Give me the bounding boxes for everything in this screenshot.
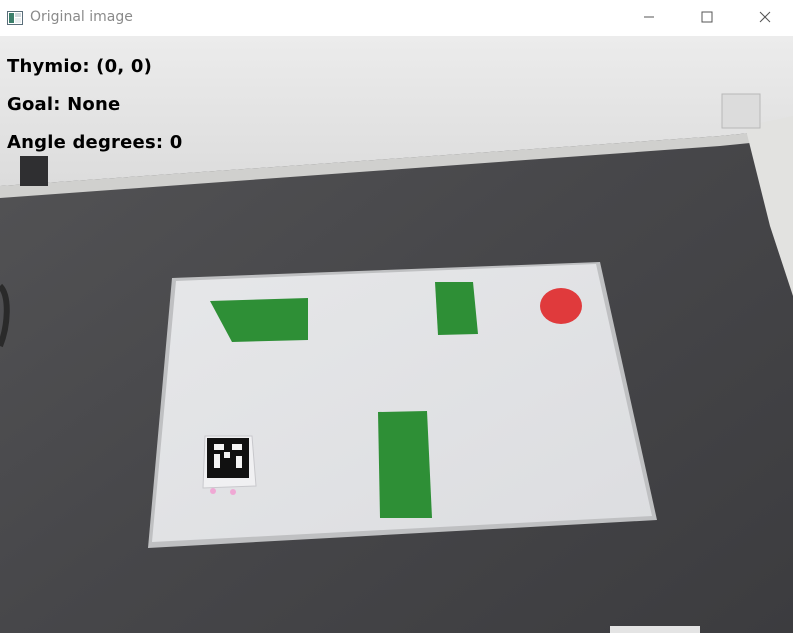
thymio-position-text: Thymio: (0, 0) [7,56,152,77]
floor-object [20,156,48,186]
camera-image: Thymio: (0, 0) Goal: None Angle degrees:… [0,36,793,633]
thymio-robot [202,435,257,495]
close-button[interactable] [736,0,793,35]
camera-scene [0,36,793,633]
wall-socket [721,93,761,129]
window-title: Original image [30,9,133,25]
goal-text: Goal: None [7,94,121,115]
obstacle [378,411,432,518]
floor-edge [610,626,700,633]
maximize-button[interactable] [678,0,736,35]
minimize-button[interactable] [620,0,678,35]
close-icon [759,8,771,27]
obstacle [435,282,478,335]
image-window: Original image Thymio: (0, 0) Goal: None… [0,0,793,633]
window-app-icon [7,10,23,25]
angle-text: Angle degrees: 0 [7,132,183,153]
title-bar[interactable]: Original image [0,0,793,35]
maximize-icon [701,8,713,27]
minimize-icon [643,8,655,27]
goal-marker [540,288,582,324]
